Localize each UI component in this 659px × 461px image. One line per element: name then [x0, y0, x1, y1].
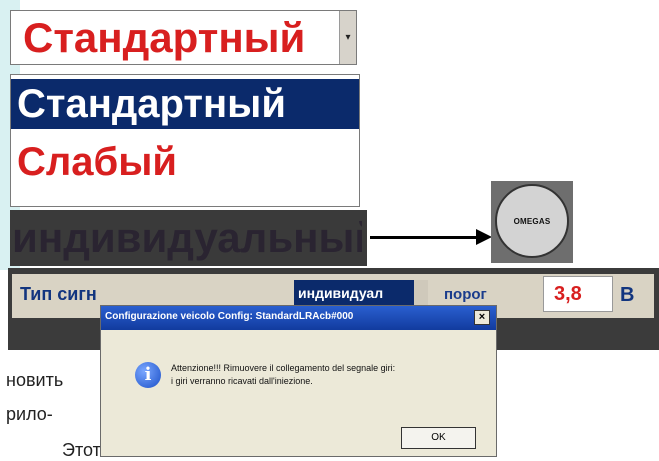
- threshold-input[interactable]: 3,8: [543, 276, 613, 312]
- threshold-label: порог: [444, 286, 487, 303]
- pointer-arrow-line: [370, 236, 480, 239]
- signal-type-select[interactable]: индивидуал: [294, 280, 414, 306]
- dropdown-arrow-button[interactable]: ▾: [339, 11, 356, 64]
- arrow-right-icon: [476, 229, 492, 245]
- dialog-titlebar[interactable]: Configurazione veicolo Config: StandardL…: [101, 306, 496, 330]
- chevron-down-icon: ▾: [345, 32, 351, 43]
- ok-button[interactable]: OK: [401, 427, 476, 449]
- info-icon: i: [135, 362, 161, 388]
- dialog-message-line2: i giri verranno ricavati dall'iniezione.: [171, 376, 313, 386]
- dialog-title: Configurazione veicolo Config: StandardL…: [105, 311, 354, 322]
- dialog-message-line1: Attenzione!!! Rimuovere il collegamento …: [171, 363, 396, 373]
- dropdown-options-list: Стандартный Слабый: [10, 74, 360, 207]
- signal-type-dropdown[interactable]: Стандартный ▾: [10, 10, 357, 65]
- dropdown-current-value: Стандартный: [23, 15, 306, 61]
- vehicle-config-dialog: Configurazione veicolo Config: StandardL…: [100, 305, 497, 457]
- option-individual-row[interactable]: индивидуальный: [10, 210, 367, 266]
- option-standard[interactable]: Стандартный: [11, 79, 359, 129]
- page-text-line: Этот: [62, 440, 101, 460]
- page-text-line: рило-: [6, 404, 53, 424]
- signal-type-select-button[interactable]: [414, 280, 428, 306]
- omegas-logo: OMEGAS: [495, 184, 569, 258]
- option-individual: индивидуальный: [12, 214, 362, 261]
- unit-label: В: [620, 284, 635, 306]
- option-weak[interactable]: Слабый: [11, 137, 359, 187]
- page-text-line: новить: [6, 370, 64, 390]
- omegas-logo-box: OMEGAS: [491, 181, 573, 263]
- close-icon[interactable]: ×: [474, 310, 490, 325]
- signal-type-label: Тип сигн: [20, 284, 97, 304]
